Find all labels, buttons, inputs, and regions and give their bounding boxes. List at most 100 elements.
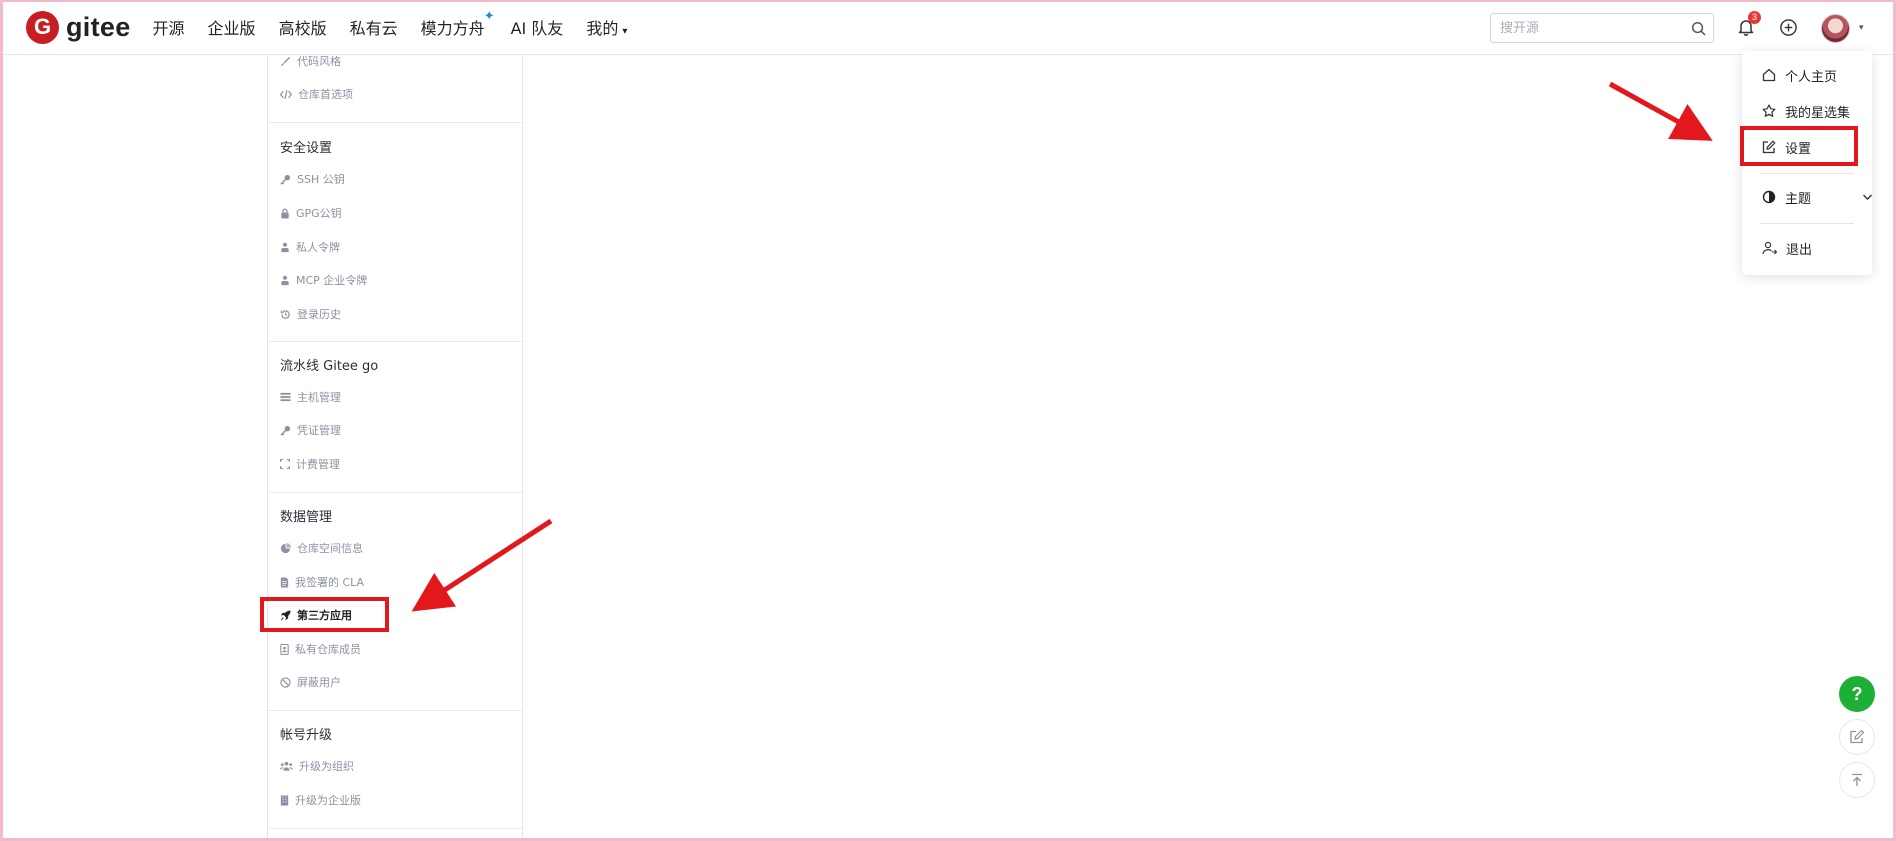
sidebar-item-upgrade-enterprise[interactable]: 升级为企业版: [280, 791, 361, 809]
sidebar-item-repo-space[interactable]: 仓库空间信息: [280, 539, 363, 557]
menu-divider: [1760, 223, 1854, 224]
search-input[interactable]: [1491, 14, 1683, 42]
sidebar-heading-pipeline: 流水线 Gitee go: [280, 359, 379, 374]
token-icon: [281, 242, 289, 252]
nav-mine[interactable]: 我的 ▾: [586, 15, 627, 39]
sidebar-item-label: 升级为企业版: [295, 794, 361, 807]
sidebar-item-blocked-users[interactable]: 屏蔽用户: [280, 673, 341, 691]
nav-private-cloud[interactable]: 私有云: [350, 15, 398, 39]
plus-circle-icon: [1779, 18, 1797, 36]
nav-label: 高校版: [278, 19, 327, 38]
nav-label: 企业版: [207, 19, 256, 38]
sidebar-item-billing-management[interactable]: 计费管理: [280, 455, 340, 473]
annotation-box-third-party-apps: [260, 597, 389, 632]
sidebar-item-mcp-tokens[interactable]: MCP 企业令牌: [280, 271, 367, 289]
nav-label: 我的: [586, 19, 619, 38]
lock-icon: [281, 208, 289, 219]
back-to-top-button[interactable]: [1839, 762, 1875, 798]
chevron-down-icon: ▾: [622, 26, 628, 37]
annotation-box-settings: [1740, 126, 1858, 166]
sidebar-heading-security: 安全设置: [280, 141, 333, 156]
menu-item-label: 退出: [1786, 242, 1813, 258]
search-icon[interactable]: [1683, 21, 1713, 36]
nav-open-source[interactable]: 开源: [153, 15, 185, 39]
sidebar-divider: [268, 492, 522, 493]
menu-item-label: 主题: [1785, 191, 1812, 207]
sidebar-item-label: 仓库首选项: [298, 88, 353, 101]
gitee-logo-text: gitee: [66, 11, 131, 42]
sidebar-item-credential-management[interactable]: 凭证管理: [280, 421, 341, 439]
nav-moli-fangzhou[interactable]: 模力方舟 ✦: [420, 9, 495, 39]
sidebar-item-label: 主机管理: [297, 391, 341, 404]
nav-label: AI 队友: [510, 19, 564, 38]
sidebar-item-login-history[interactable]: 登录历史: [280, 305, 341, 323]
sidebar-item-ssh-keys[interactable]: SSH 公钥: [280, 170, 345, 188]
key-icon: [280, 425, 291, 436]
sidebar-item-gpg-keys[interactable]: GPG公钥: [280, 204, 342, 222]
home-icon: [1762, 68, 1776, 82]
create-button[interactable]: [1775, 14, 1801, 40]
sidebar-item-label: 代码风格: [297, 55, 341, 68]
menu-item-label: 我的星选集: [1785, 105, 1851, 121]
code-icon: [280, 89, 292, 99]
sidebar-item-personal-tokens[interactable]: 私人令牌: [280, 238, 340, 256]
menu-item-theme[interactable]: 主题: [1762, 187, 1872, 207]
settings-sidebar: 代码风格 仓库首选项 安全设置 SSH 公钥 GPG公钥 私人令牌 MCP 企业…: [267, 55, 523, 841]
sidebar-heading-data-management: 数据管理: [280, 510, 333, 525]
menu-item-starred[interactable]: 我的星选集: [1762, 101, 1850, 121]
sidebar-item-label: SSH 公钥: [297, 173, 345, 186]
nav-education[interactable]: 高校版: [279, 15, 327, 39]
star-icon: [1762, 104, 1776, 117]
feedback-button[interactable]: [1839, 719, 1875, 755]
sidebar-item-repo-preferences[interactable]: 仓库首选项: [280, 85, 353, 103]
sidebar-divider: [268, 710, 522, 711]
member-icon: [280, 643, 289, 655]
help-button[interactable]: ?: [1839, 676, 1875, 712]
sidebar-item-label: 登录历史: [297, 308, 341, 321]
nav-ai-teammate[interactable]: AI 队友: [511, 15, 564, 39]
nav-label: 模力方舟: [420, 19, 485, 38]
chevron-down-icon: [1863, 194, 1872, 200]
sidebar-item-label: 升级为组织: [299, 760, 354, 773]
menu-divider: [1760, 173, 1854, 174]
history-icon: [280, 309, 290, 319]
arrow-up-icon: [1852, 773, 1862, 786]
sidebar-item-label: 计费管理: [296, 458, 340, 471]
sidebar-item-host-management[interactable]: 主机管理: [280, 388, 341, 406]
server-icon: [280, 392, 291, 402]
group-icon: [280, 761, 293, 771]
sidebar-item-label: 私有仓库成员: [295, 643, 361, 656]
menu-item-logout[interactable]: 退出: [1762, 238, 1812, 258]
sidebar-item-label: 私人令牌: [296, 241, 340, 254]
nav-enterprise[interactable]: 企业版: [208, 15, 256, 39]
pie-icon: [280, 542, 291, 553]
building-icon: [280, 794, 289, 806]
sparkle-icon: ✦: [483, 9, 495, 24]
sidebar-item-code-style[interactable]: 代码风格: [280, 52, 341, 70]
sidebar-heading-account-upgrade: 帐号升级: [280, 728, 333, 743]
sidebar-divider: [268, 341, 522, 342]
avatar[interactable]: [1821, 14, 1850, 43]
search-box[interactable]: [1490, 13, 1714, 43]
arrow-to-settings: [1608, 81, 1713, 141]
notification-button[interactable]: 3: [1733, 11, 1761, 40]
sidebar-item-private-repo-members[interactable]: 私有仓库成员: [280, 640, 361, 658]
main-nav: 开源 企业版 高校版 私有云 模力方舟 ✦ AI 队友 我的 ▾: [153, 9, 651, 39]
sidebar-item-label: GPG公钥: [296, 207, 342, 220]
avatar-chevron-icon[interactable]: ▾: [1859, 23, 1864, 33]
menu-item-label: 个人主页: [1785, 69, 1838, 85]
sidebar-item-label: 仓库空间信息: [297, 542, 363, 555]
sidebar-item-upgrade-org[interactable]: 升级为组织: [280, 757, 354, 775]
brush-icon: [280, 56, 291, 66]
gitee-logo-mark: G: [26, 10, 59, 44]
token-icon: [281, 275, 289, 285]
block-icon: [280, 676, 291, 688]
billing-icon: [280, 459, 290, 469]
menu-item-profile[interactable]: 个人主页: [1762, 65, 1837, 85]
nav-label: 私有云: [349, 19, 398, 38]
contrast-icon: [1762, 190, 1776, 204]
gitee-logo[interactable]: G gitee: [26, 10, 131, 44]
sidebar-item-signed-cla[interactable]: 我签署的 CLA: [280, 573, 364, 591]
sidebar-item-label: 屏蔽用户: [297, 676, 341, 689]
sidebar-item-label: 我签署的 CLA: [295, 576, 365, 589]
